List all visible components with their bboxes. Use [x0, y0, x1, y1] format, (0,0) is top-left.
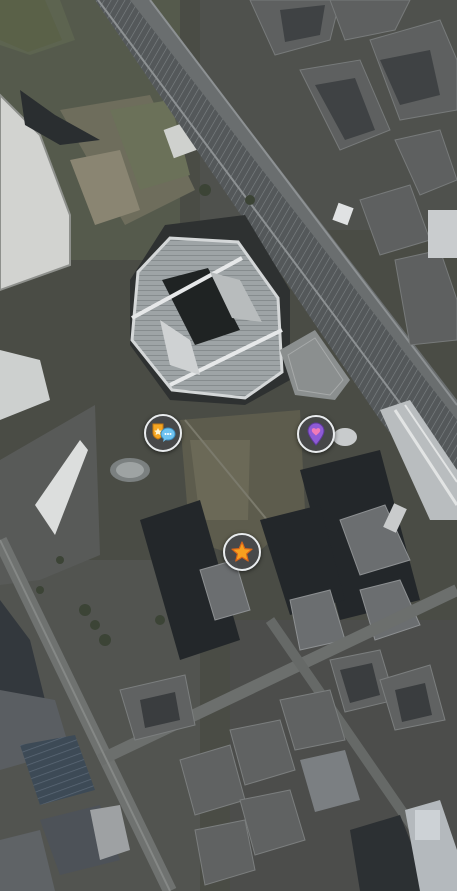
chat-badge-marker[interactable] — [144, 414, 182, 452]
star-icon — [231, 541, 253, 562]
satellite-imagery — [0, 0, 457, 891]
satellite-map[interactable] — [0, 0, 457, 891]
chat-badge-icon — [152, 423, 176, 442]
heart-pin-icon — [307, 422, 325, 446]
heart-pin-marker[interactable] — [297, 415, 335, 453]
favorite-star-marker[interactable] — [223, 533, 261, 571]
